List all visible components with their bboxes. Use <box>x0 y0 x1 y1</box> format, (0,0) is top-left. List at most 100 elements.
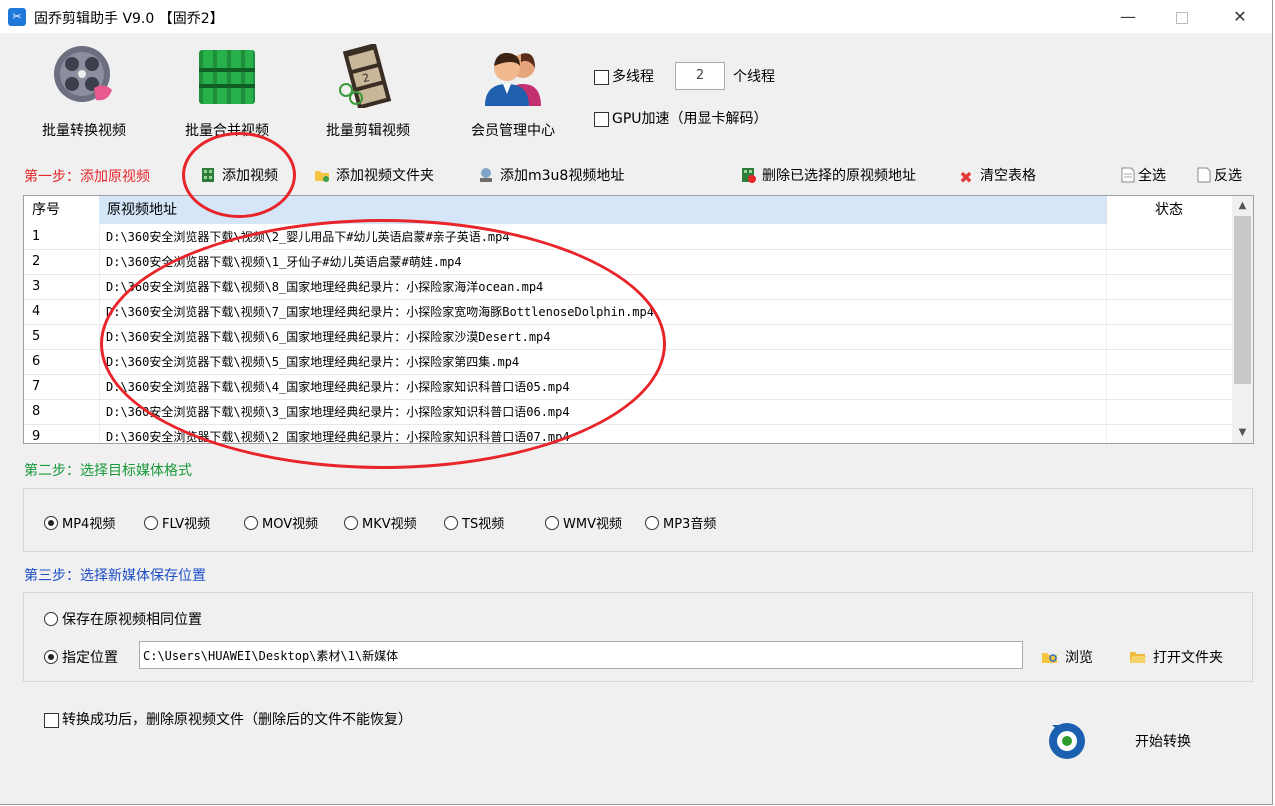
row-status <box>1106 350 1231 374</box>
table-row[interactable]: 5 D:\360安全浏览器下载\视频\6_国家地理经典纪录片：小探险家沙漠Dese… <box>24 325 1232 350</box>
row-path: D:\360安全浏览器下载\视频\4_国家地理经典纪录片：小探险家知识科普口语0… <box>106 380 570 394</box>
refresh-icon[interactable] <box>1044 717 1090 763</box>
column-header-status[interactable]: 状态 <box>1106 196 1231 224</box>
format-radio-mp4[interactable]: MP4视频 <box>44 513 115 532</box>
radio <box>545 516 559 530</box>
table-row[interactable]: 4 D:\360安全浏览器下载\视频\7_国家地理经典纪录片：小探险家宽吻海豚Bo… <box>24 300 1232 325</box>
row-path: D:\360安全浏览器下载\视频\1_牙仙子#幼儿英语启蒙#萌娃.mp4 <box>106 255 462 269</box>
chevron-down-icon[interactable]: ▼ <box>1232 424 1253 442</box>
select-all-button[interactable]: 全选 <box>1120 165 1166 185</box>
table-row[interactable]: 6 D:\360安全浏览器下载\视频\5_国家地理经典纪录片：小探险家第四集.mp… <box>24 350 1232 375</box>
batch-edit-button[interactable]: 2 批量剪辑视频 <box>308 42 428 140</box>
add-m3u8-label: 添加m3u8视频地址 <box>500 168 625 184</box>
format-label: WMV视频 <box>563 517 622 532</box>
delete-selected-button[interactable]: 删除已选择的原视频地址 <box>740 165 916 185</box>
thread-unit-label: 个线程 <box>733 69 775 85</box>
row-path: D:\360安全浏览器下载\视频\5_国家地理经典纪录片：小探险家第四集.mp4 <box>106 355 520 369</box>
add-folder-button[interactable]: 添加视频文件夹 <box>314 165 434 185</box>
member-center-label: 会员管理中心 <box>471 123 555 139</box>
column-header-no[interactable]: 序号 <box>24 196 107 224</box>
same-location-radio[interactable]: 保存在原视频相同位置 <box>44 609 202 629</box>
table-row[interactable]: 7 D:\360安全浏览器下载\视频\4_国家地理经典纪录片：小探险家知识科普口语… <box>24 375 1232 400</box>
open-folder-label: 打开文件夹 <box>1153 650 1223 666</box>
row-path: D:\360安全浏览器下载\视频\7_国家地理经典纪录片：小探险家宽吻海豚Bot… <box>106 305 654 319</box>
close-button[interactable]: ✕ <box>1220 4 1260 30</box>
multithread-label: 多线程 <box>612 69 654 85</box>
step1-label: 第一步：添加原视频 <box>24 169 150 185</box>
batch-convert-button[interactable]: 批量转换视频 <box>24 44 144 140</box>
document-icon <box>1196 167 1212 183</box>
gpu-label: GPU加速（用显卡解码） <box>612 111 768 127</box>
radio-selected <box>44 516 58 530</box>
row-status <box>1106 250 1231 274</box>
delete-after-checkbox[interactable]: 转换成功后，删除原视频文件（删除后的文件不能恢复） <box>44 709 412 729</box>
row-status <box>1106 375 1231 399</box>
format-radio-ts[interactable]: TS视频 <box>444 513 504 532</box>
batch-convert-label: 批量转换视频 <box>42 123 126 139</box>
checkbox-box <box>594 69 609 85</box>
gpu-checkbox[interactable]: GPU加速（用显卡解码） <box>594 108 768 128</box>
table-scrollbar[interactable]: ▲ ▼ <box>1232 196 1253 443</box>
checkbox-box <box>44 712 59 728</box>
row-status <box>1106 325 1231 349</box>
browse-button[interactable]: 浏览 <box>1041 647 1093 667</box>
output-path-input[interactable]: C:\Users\HUAWEI\Desktop\素材\1\新媒体 <box>139 641 1023 669</box>
table-row[interactable]: 3 D:\360安全浏览器下载\视频\8_国家地理经典纪录片：小探险家海洋ocea… <box>24 275 1232 300</box>
multithread-checkbox[interactable]: 多线程 <box>594 66 654 86</box>
invert-select-button[interactable]: 反选 <box>1196 165 1242 185</box>
format-radio-mp3[interactable]: MP3音频 <box>645 513 716 532</box>
row-status <box>1106 300 1231 324</box>
batch-merge-label: 批量合并视频 <box>185 123 269 139</box>
minimize-button[interactable]: — <box>1108 4 1148 30</box>
row-status <box>1106 400 1231 424</box>
thread-count-input[interactable]: 2 <box>675 62 725 90</box>
step3-label: 第三步：选择新媒体保存位置 <box>24 568 206 584</box>
batch-merge-button[interactable]: 批量合并视频 <box>167 44 287 140</box>
clear-table-label: 清空表格 <box>980 168 1036 184</box>
chevron-up-icon[interactable]: ▲ <box>1232 197 1253 215</box>
row-status <box>1106 225 1231 249</box>
batch-edit-label: 批量剪辑视频 <box>326 123 410 139</box>
member-center-button[interactable]: 会员管理中心 <box>453 44 573 140</box>
row-number: 2 <box>32 254 41 269</box>
format-label: MP4视频 <box>62 517 116 532</box>
scissors-icon: ✂ <box>8 8 26 26</box>
film-reel-icon <box>50 44 118 108</box>
table-row[interactable]: 1 D:\360安全浏览器下载\视频\2_婴儿用品下#幼儿英语启蒙#亲子英语.mp… <box>24 225 1232 250</box>
row-number: 7 <box>32 379 41 394</box>
radio-selected <box>44 650 58 664</box>
add-folder-label: 添加视频文件夹 <box>336 168 434 184</box>
table-row[interactable]: 2 D:\360安全浏览器下载\视频\1_牙仙子#幼儿英语启蒙#萌娃.mp4 <box>24 250 1232 275</box>
row-path: D:\360安全浏览器下载\视频\2_国家地理经典纪录片：小探险家知识科普口语0… <box>106 430 570 444</box>
open-folder-button[interactable]: 打开文件夹 <box>1129 647 1223 667</box>
start-convert-button[interactable]: 开始转换 <box>1135 731 1191 751</box>
row-path: D:\360安全浏览器下载\视频\8_国家地理经典纪录片：小探险家海洋ocean… <box>106 280 544 294</box>
row-number: 9 <box>32 429 41 444</box>
folder-add-icon <box>314 167 330 183</box>
invert-select-label: 反选 <box>1214 168 1242 184</box>
clear-table-button[interactable]: ✖ 清空表格 <box>958 165 1036 187</box>
row-path: D:\360安全浏览器下载\视频\6_国家地理经典纪录片：小探险家沙漠Deser… <box>106 330 551 344</box>
radio <box>144 516 158 530</box>
maximize-button[interactable] <box>1162 4 1202 30</box>
row-number: 6 <box>32 354 41 369</box>
format-radio-flv[interactable]: FLV视频 <box>144 513 210 532</box>
scroll-thumb[interactable] <box>1234 216 1251 384</box>
document-icon <box>1120 167 1136 183</box>
radio <box>645 516 659 530</box>
checkbox-box <box>594 111 609 127</box>
step2-label: 第二步：选择目标媒体格式 <box>24 463 192 479</box>
table-row[interactable]: 9 D:\360安全浏览器下载\视频\2_国家地理经典纪录片：小探险家知识科普口语… <box>24 425 1232 444</box>
specify-location-label: 指定位置 <box>62 650 118 666</box>
format-radio-mov[interactable]: MOV视频 <box>244 513 318 532</box>
row-number: 8 <box>32 404 41 419</box>
radio <box>444 516 458 530</box>
specify-location-radio[interactable]: 指定位置 <box>44 647 118 667</box>
video-table[interactable]: 序号 原视频地址 状态 1 D:\360安全浏览器下载\视频\2_婴儿用品下#幼儿… <box>23 195 1254 444</box>
table-row[interactable]: 8 D:\360安全浏览器下载\视频\3_国家地理经典纪录片：小探险家知识科普口语… <box>24 400 1232 425</box>
column-header-path[interactable]: 原视频地址 <box>99 196 1113 224</box>
add-m3u8-button[interactable]: 添加m3u8视频地址 <box>478 165 624 185</box>
format-radio-wmv[interactable]: WMV视频 <box>545 513 622 532</box>
format-radio-mkv[interactable]: MKV视频 <box>344 513 417 532</box>
add-video-button[interactable]: 添加视频 <box>200 165 278 185</box>
